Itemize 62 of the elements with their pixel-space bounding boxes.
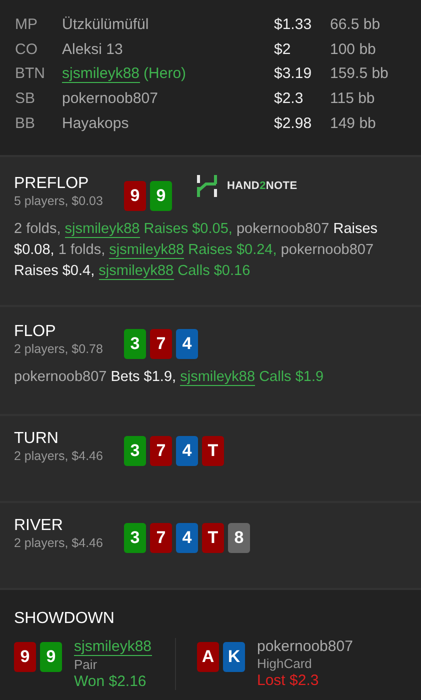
street-info: 2 players, $0.78 [14, 342, 104, 356]
position-label: CO [15, 40, 38, 59]
position-label: BB [15, 114, 36, 133]
street-title: RIVER [14, 517, 64, 535]
showdown-title: SHOWDOWN [14, 610, 116, 628]
stack-amount: $1.33 [274, 16, 313, 34]
player-link[interactable]: sjsmileyk88 [64, 221, 140, 238]
big-blinds: 100 bb [330, 40, 377, 59]
playing-card: 3 [124, 436, 146, 466]
playing-card: 9 [40, 642, 62, 672]
player-link[interactable]: sjsmileyk88 [98, 263, 174, 280]
playing-card: 7 [150, 523, 172, 553]
logo-text: HAND2NOTE [227, 180, 298, 192]
result-amount: Won $2.16 [74, 673, 146, 690]
player-name: pokernoob807 [62, 90, 158, 108]
stack-amount: $2.3 [274, 90, 304, 108]
logo-icon [196, 175, 218, 197]
position-label: BTN [15, 65, 46, 84]
street-info: 2 players, $4.46 [14, 449, 104, 463]
playing-card: A [197, 642, 219, 672]
player-link[interactable]: sjsmileyk88 [109, 242, 184, 259]
street-info: 2 players, $4.46 [14, 536, 104, 550]
stack-amount: $2.98 [274, 114, 313, 133]
playing-card: 7 [150, 329, 172, 359]
playing-card: 4 [176, 523, 198, 553]
playing-card: T [202, 436, 224, 466]
street-title: TURN [14, 430, 60, 448]
playing-card: K [223, 642, 245, 672]
playing-card: 9 [124, 181, 146, 211]
hero-tag: (Hero) [144, 65, 186, 84]
player-link[interactable]: sjsmileyk88 [180, 369, 256, 386]
player-name: Aleksi 13 [62, 40, 123, 59]
player-name: pokernoob807 [257, 638, 353, 655]
playing-card: 3 [124, 523, 146, 553]
playing-card: 3 [124, 329, 146, 359]
player-name-link[interactable]: sjsmileyk88 [62, 65, 140, 84]
street-title: PREFLOP [14, 175, 90, 193]
playing-card: 9 [150, 181, 172, 211]
playing-card: 7 [150, 436, 172, 466]
position-label: MP [15, 16, 38, 34]
playing-card: T [202, 523, 224, 553]
playing-card: 4 [176, 436, 198, 466]
result-amount: Lost $2.3 [257, 672, 319, 689]
player-name: Ützkülümüfül [62, 16, 149, 34]
player-name-link[interactable]: sjsmileyk88 [74, 638, 152, 656]
position-label: SB [15, 90, 36, 108]
street-info: 5 players, $0.03 [14, 194, 104, 208]
playing-card: 4 [176, 329, 198, 359]
hand-rank: HighCard [257, 656, 312, 671]
big-blinds: 149 bb [330, 114, 377, 133]
action-summary: 2 folds, sjsmileyk88 Raises $0.05, pokernoob807 Raises $0.08, 1 folds, sjsmileyk88 Raises $0.24, pokernoob807 Raises $0.4, sjsmileyk88 Calls $0.16 [14, 220, 379, 282]
big-blinds: 115 bb [330, 90, 376, 108]
player-name: Hayakops [62, 114, 129, 133]
stack-amount: $2 [274, 40, 292, 59]
stack-amount: $3.19 [274, 65, 313, 84]
big-blinds: 66.5 bb [330, 16, 382, 34]
big-blinds: 159.5 bb [330, 65, 390, 84]
action-summary: pokernoob807 Bets $1.9, sjsmileyk88 Calls $1.9 [14, 368, 325, 388]
playing-card: 9 [14, 642, 36, 672]
street-title: FLOP [14, 323, 57, 341]
playing-card: 8 [228, 523, 250, 553]
hand-rank: Pair [74, 657, 98, 672]
